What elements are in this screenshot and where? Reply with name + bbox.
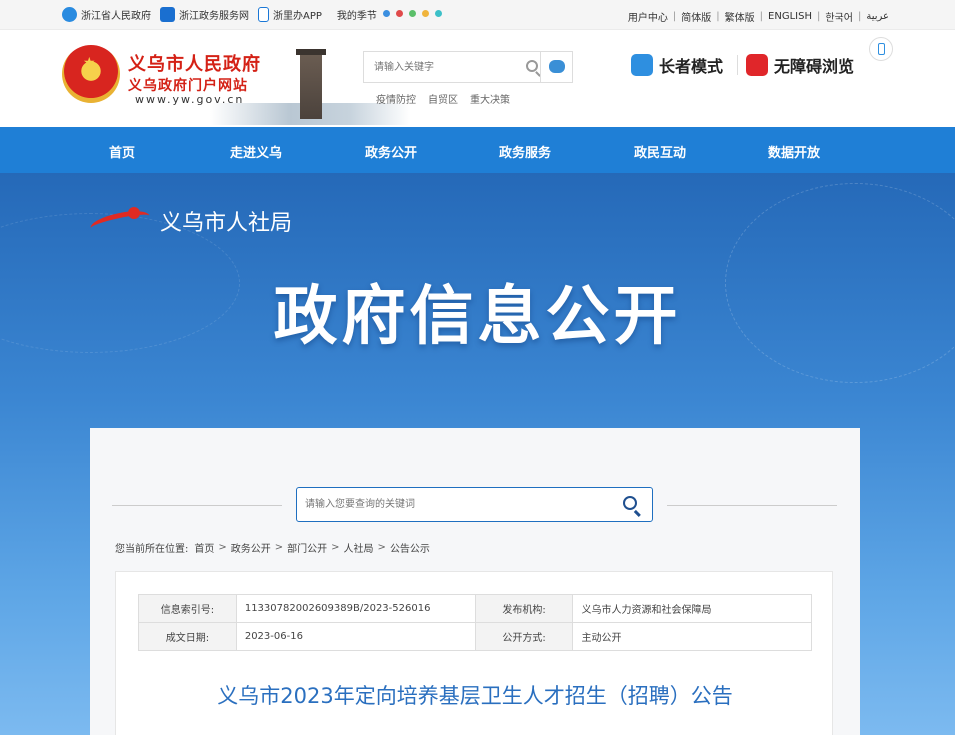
season-color-dot[interactable] xyxy=(434,10,442,17)
site-title[interactable]: 义乌市人民政府 xyxy=(128,50,261,76)
search-icon[interactable] xyxy=(623,496,637,510)
date-label: 成文日期: xyxy=(138,622,237,651)
header-search xyxy=(363,51,573,83)
top-bar: 浙江省人民政府 浙江政务服务网 浙里办APP 我的季节 用户中心 | 简体版 | 繁… xyxy=(0,0,955,30)
org-label: 发布机构: xyxy=(474,594,574,623)
zhejiang-gov-icon xyxy=(62,7,77,22)
season-color-picker xyxy=(382,9,448,20)
smart-assistant-button[interactable] xyxy=(540,52,572,82)
main-nav: 首页 走进义乌 政务公开 政务服务 政民互动 数据开放 xyxy=(0,127,955,173)
date-value: 2023-06-16 xyxy=(235,622,476,651)
link-zlb-app[interactable]: 浙里办APP xyxy=(258,7,322,22)
nav-item-about-yiwu[interactable]: 走进义乌 xyxy=(230,142,282,161)
document-title: 义乌市2023年定向培养基层卫生人才招生（招聘）公告 xyxy=(217,684,733,708)
mobile-version-button[interactable] xyxy=(869,37,893,61)
divider xyxy=(737,55,738,75)
bureau-brand: 义乌市人社局 xyxy=(88,203,293,239)
breadcrumb-separator: > xyxy=(331,542,340,553)
hrss-logo-icon xyxy=(88,203,154,239)
mobile-app-icon xyxy=(258,7,269,22)
banner-title: 政府信息公开 xyxy=(273,280,682,354)
nav-item-interaction[interactable]: 政民互动 xyxy=(634,142,686,161)
season-color-dot[interactable] xyxy=(408,10,416,17)
metadata-table: 信息索引号: 11330782002609389B/2023-526016 发布… xyxy=(138,594,812,651)
elder-mode-button[interactable]: 长者模式 xyxy=(631,53,723,77)
divider xyxy=(112,505,282,506)
content-card: 您当前所在位置: 首页> 政务公开> 部门公开> 人社局> 公告公示 信息索引号… xyxy=(90,428,860,735)
hot-words: 疫情防控 自贸区 重大决策 xyxy=(376,91,510,106)
breadcrumb: 您当前所在位置: 首页 > 政务公开 > 部门公开 > 人社局 > 公告公示 xyxy=(115,540,430,555)
top-right-links: 用户中心 | 简体版 | 繁体版 | ENGLISH | 한국어 | عربية xyxy=(628,9,889,24)
separator: | xyxy=(816,11,821,22)
nav-item-gov-affairs[interactable]: 政务公开 xyxy=(365,142,417,161)
breadcrumb-separator: > xyxy=(218,542,227,553)
breadcrumb-item[interactable]: 人社局 xyxy=(344,540,374,555)
content-search-input[interactable] xyxy=(297,488,597,521)
index-label: 信息索引号: xyxy=(138,594,237,623)
link-simplified[interactable]: 简体版 xyxy=(681,9,711,24)
method-label: 公开方式: xyxy=(474,622,574,651)
phone-icon xyxy=(878,43,885,55)
content-search xyxy=(296,487,653,522)
breadcrumb-separator: > xyxy=(274,542,284,553)
elder-mode-icon xyxy=(631,54,653,76)
national-emblem-icon: ★ xyxy=(62,45,120,103)
season-label: 我的季节 xyxy=(336,11,377,22)
separator: | xyxy=(857,11,862,22)
link-english[interactable]: ENGLISH xyxy=(768,11,812,22)
link-traditional[interactable]: 繁体版 xyxy=(725,9,755,24)
accessible-mode-button[interactable]: 无障碍浏览 xyxy=(746,53,854,77)
link-arabic[interactable]: عربية xyxy=(866,11,889,22)
season-color-dot[interactable] xyxy=(421,10,429,17)
table-row: 信息索引号: 11330782002609389B/2023-526016 发布… xyxy=(138,594,812,623)
breadcrumb-item[interactable]: 首页 xyxy=(194,540,214,555)
divider xyxy=(667,505,837,506)
link-zhejiang-gov[interactable]: 浙江省人民政府 xyxy=(62,7,151,22)
bureau-name: 义乌市人社局 xyxy=(160,211,293,236)
hot-word-link[interactable]: 自贸区 xyxy=(428,91,458,106)
article-panel: 信息索引号: 11330782002609389B/2023-526016 发布… xyxy=(115,571,833,735)
header-search-input[interactable] xyxy=(364,52,524,82)
zw-service-icon xyxy=(160,7,175,22)
season-color-dot[interactable] xyxy=(382,10,390,17)
breadcrumb-item[interactable]: 部门公开 xyxy=(287,540,327,555)
link-korean[interactable]: 한국어 xyxy=(825,9,853,24)
breadcrumb-item[interactable]: 政务公开 xyxy=(231,540,271,555)
breadcrumb-prefix: 您当前所在位置: xyxy=(115,544,189,555)
hot-word-link[interactable]: 重大决策 xyxy=(470,91,510,106)
separator: | xyxy=(759,11,764,22)
link-user-center[interactable]: 用户中心 xyxy=(628,9,668,24)
index-value: 11330782002609389B/2023-526016 xyxy=(235,594,476,623)
link-zw-service[interactable]: 浙江政务服务网 xyxy=(160,7,249,22)
separator: | xyxy=(672,11,677,22)
search-icon[interactable] xyxy=(526,60,538,72)
separator: | xyxy=(716,11,720,22)
robot-icon xyxy=(549,60,565,73)
nav-item-open-data[interactable]: 数据开放 xyxy=(768,142,820,161)
season-color-dot[interactable] xyxy=(395,10,403,17)
top-links: 浙江省人民政府 浙江政务服务网 浙里办APP 我的季节 xyxy=(62,7,448,22)
breadcrumb-item[interactable]: 公告公示 xyxy=(390,540,430,555)
nav-item-home[interactable]: 首页 xyxy=(109,142,135,161)
breadcrumb-separator: > xyxy=(377,542,386,553)
pagoda-image xyxy=(296,49,326,119)
method-value: 主动公开 xyxy=(572,622,812,651)
site-subtitle: 义乌政府门户网站 xyxy=(128,78,248,94)
site-header: ★ 义乌市人民政府 义乌政府门户网站 www.yw.gov.cn 疫情防控 自贸… xyxy=(0,31,955,127)
org-value: 义乌市人力资源和社会保障局 xyxy=(572,594,812,623)
wheelchair-icon xyxy=(746,54,768,76)
nav-item-gov-services[interactable]: 政务服务 xyxy=(499,142,551,161)
table-row: 成文日期: 2023-06-16 公开方式: 主动公开 xyxy=(138,622,812,651)
hot-word-link[interactable]: 疫情防控 xyxy=(376,91,416,106)
